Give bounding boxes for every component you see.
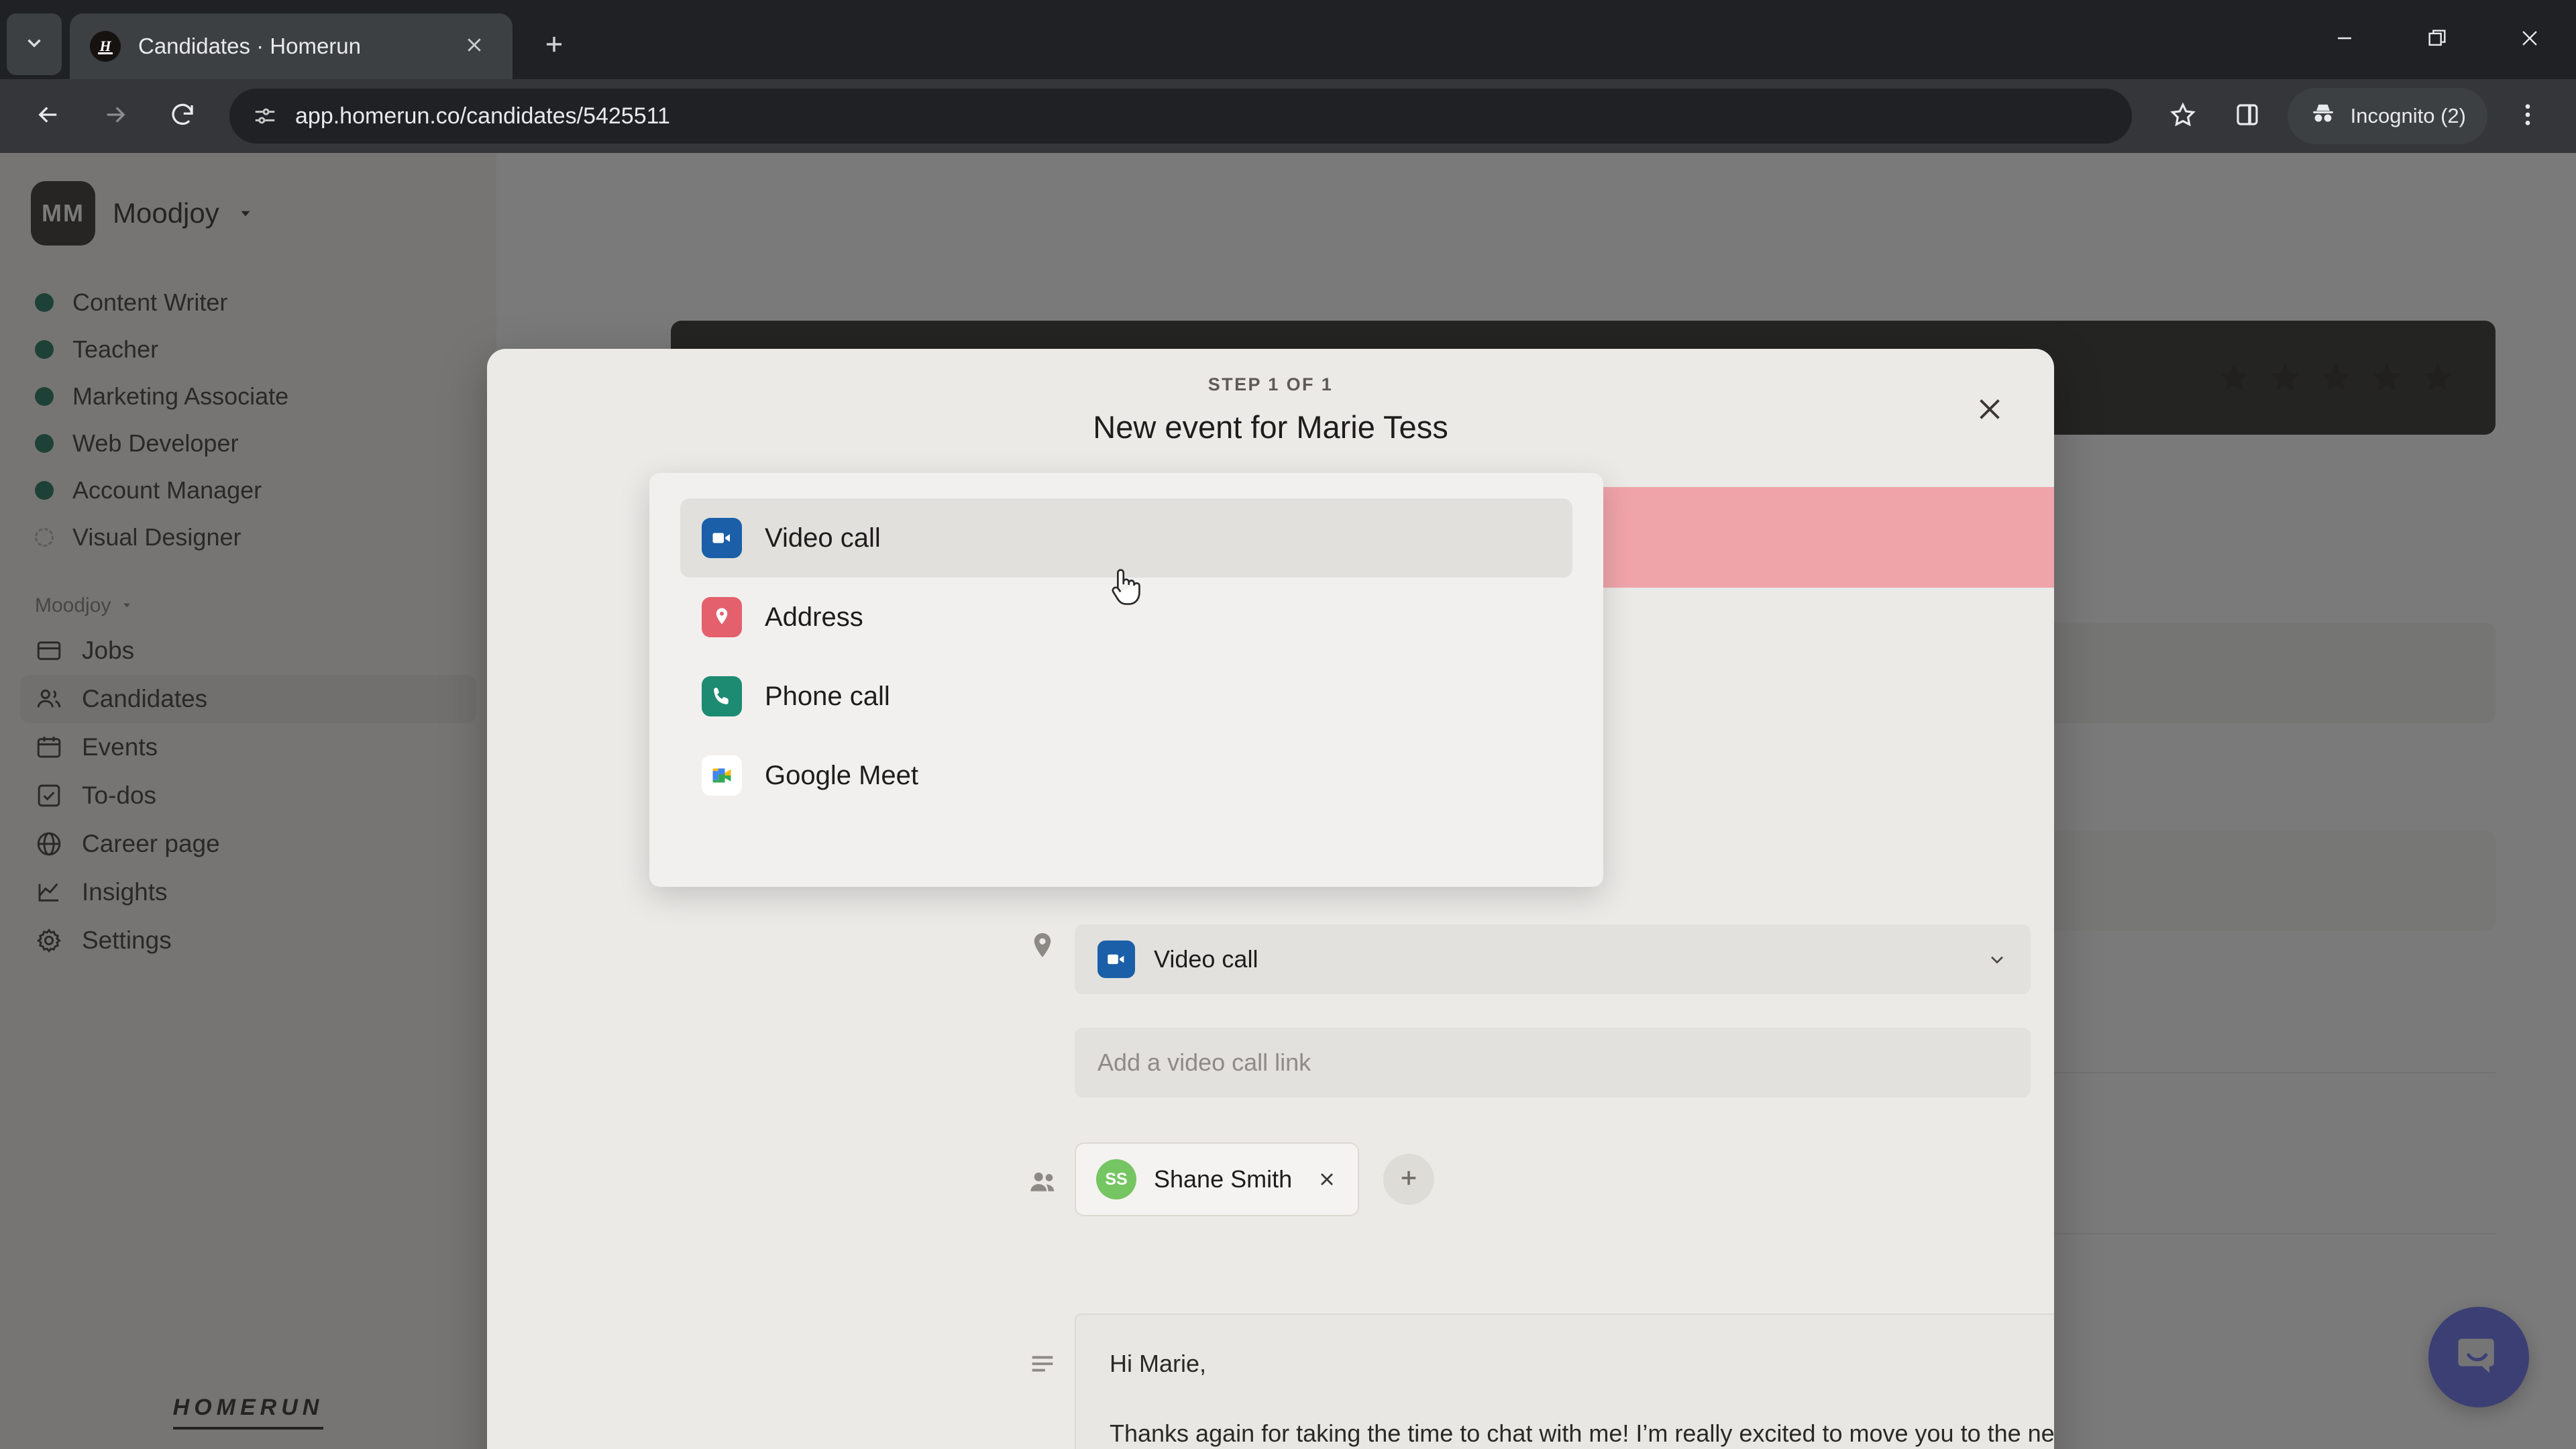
plus-icon [541,32,567,60]
window-close-button[interactable] [2483,0,2576,79]
browser-toolbar: app.homerun.co/candidates/5425511 Incogn… [0,79,2576,153]
maximize-button[interactable] [2391,0,2483,79]
forward-button[interactable] [85,85,146,147]
tab-close-button[interactable] [456,28,492,64]
browser-tab[interactable]: H Candidates · Homerun [70,13,513,79]
tab-title: Candidates · Homerun [138,34,361,58]
location-type-value: Video call [1154,945,1258,973]
attendee-name: Shane Smith [1154,1165,1293,1193]
browser-window: H Candidates · Homerun app.homerun.co/ca… [0,0,2576,1449]
google-meet-icon [702,755,742,796]
video-call-link-input[interactable]: Add a video call link [1075,1028,2031,1097]
attendees-row: SS Shane Smith [1010,1142,1435,1216]
back-arrow-icon [34,101,62,132]
dropdown-option-label: Phone call [765,681,890,711]
message-paragraph: Thanks again for taking the time to chat… [1110,1419,2054,1448]
star-icon [2169,101,2197,132]
homerun-favicon-icon: H [90,31,121,62]
plus-icon [1396,1165,1421,1194]
incognito-indicator[interactable]: Incognito (2) [2287,88,2487,144]
remove-attendee-button[interactable] [1309,1169,1338,1190]
dropdown-option-label: Google Meet [765,760,919,790]
message-textarea[interactable]: Hi Marie, Thanks again for taking the ti… [1075,1313,2054,1449]
modal-title: New event for Marie Tess [1093,409,1448,445]
new-tab-button[interactable] [530,21,578,70]
window-close-icon [2518,27,2541,53]
tab-strip: H Candidates · Homerun [0,0,2576,79]
phone-icon [702,676,742,716]
dropdown-option-label: Video call [765,523,881,553]
side-panel-button[interactable] [2216,85,2278,147]
incognito-icon [2309,99,2337,133]
maximize-icon [2426,27,2449,53]
tab-search-button[interactable] [7,13,62,75]
toolbar-actions: Incognito (2) [2152,85,2559,147]
video-call-icon [1097,941,1135,978]
map-pin-icon [1010,924,1075,961]
add-attendee-button[interactable] [1383,1154,1435,1205]
dropdown-option-phone-call[interactable]: Phone call [680,657,1572,736]
chevron-down-icon [1986,949,2008,970]
location-row: Video call Add a video call link [1010,924,2050,1097]
description-lines-icon [1010,1313,1075,1379]
dropdown-option-label: Address [765,602,863,632]
back-button[interactable] [17,85,79,147]
video-call-icon [702,518,742,558]
avatar: SS [1096,1159,1136,1199]
incognito-label: Incognito (2) [2350,104,2466,127]
address-bar[interactable]: app.homerun.co/candidates/5425511 [229,89,2132,144]
map-pin-icon [702,597,742,637]
mouse-cursor-pointer [1104,564,1144,613]
people-icon [1010,1161,1075,1197]
window-controls [2298,0,2576,79]
close-icon [1974,394,2005,428]
location-type-select[interactable]: Video call [1075,924,2031,994]
attendee-chip[interactable]: SS Shane Smith [1075,1142,1360,1216]
site-settings-icon[interactable] [252,103,278,129]
close-icon [464,35,484,58]
minimize-button[interactable] [2298,0,2391,79]
chevron-down-icon [23,32,46,58]
forward-arrow-icon [101,101,129,132]
video-call-link-placeholder: Add a video call link [1097,1049,1311,1076]
dropdown-option-google-meet[interactable]: Google Meet [680,736,1572,815]
message-paragraph: Hi Marie, [1110,1350,1207,1377]
modal-close-button[interactable] [1967,388,2012,433]
modal-header: STEP 1 OF 1 New event for Marie Tess [487,349,2054,462]
reload-icon [168,101,197,132]
page-content: MM Moodjoy Content Writer Teacher Market [0,153,2576,1449]
step-indicator: STEP 1 OF 1 [1208,374,1334,394]
location-type-dropdown: Video call Address Phone call Google Mee… [649,473,1603,887]
browser-menu-button[interactable] [2497,85,2559,147]
bookmark-button[interactable] [2152,85,2214,147]
message-row: Hi Marie, Thanks again for taking the ti… [1010,1313,2054,1449]
minimize-icon [2333,27,2356,53]
url-text: app.homerun.co/candidates/5425511 [295,103,670,129]
reload-button[interactable] [152,85,213,147]
kebab-menu-icon [2514,101,2542,132]
side-panel-icon [2233,101,2261,132]
